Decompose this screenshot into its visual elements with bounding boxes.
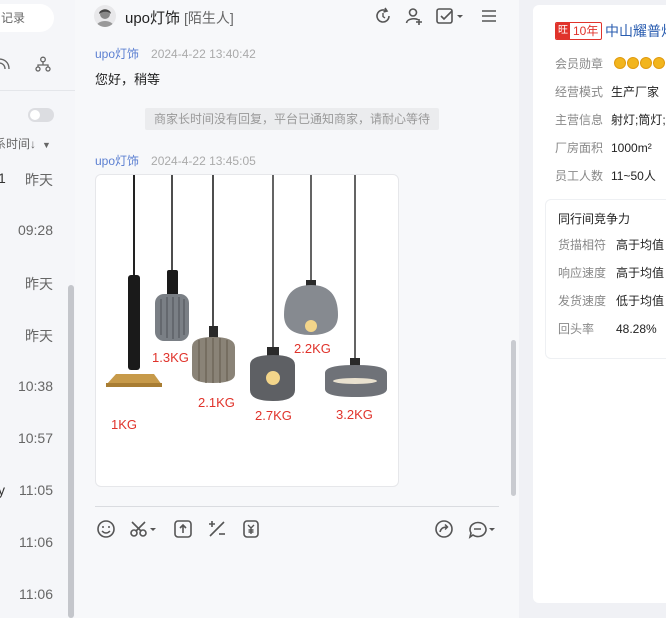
sidebar-divider (0, 90, 75, 91)
conversation-item[interactable]: 11:06 (0, 586, 60, 606)
competitiveness-row: 响应速度 高于均值 (558, 266, 665, 280)
conversation-item[interactable]: 10:57 (0, 430, 60, 450)
emoji-icon[interactable] (95, 518, 117, 540)
forward-icon[interactable] (433, 518, 455, 540)
info-row-business-model: 经营模式 生产厂家 (555, 85, 660, 99)
weight-label: 2.2KG (294, 341, 331, 356)
sort-dropdown[interactable]: 系时间↓ ▼ (0, 135, 51, 152)
chat-scrollbar[interactable] (511, 340, 516, 496)
avatar[interactable] (94, 5, 116, 27)
search-placeholder: 记录 (0, 11, 25, 25)
medal-icon (627, 57, 640, 70)
quick-reply-icon[interactable] (467, 518, 497, 540)
system-notice: 商家长时间没有回复，平台已通知商家，请耐心等待 (145, 108, 439, 130)
chat-header: upo灯饰 [陌生人] (75, 0, 519, 36)
conversation-item[interactable]: 11:06 (0, 534, 60, 554)
competitiveness-title: 同行间竞争力 (558, 212, 631, 226)
conversation-sidebar: 记录 系时间↓ ▼ 1 昨天 09:28 昨天 昨天 10:38 10:57 y 11… (0, 0, 75, 618)
conversation-item[interactable]: 昨天 (0, 326, 60, 346)
conversation-item[interactable]: 昨天 (0, 274, 60, 294)
message-text: 您好，稍等 (95, 72, 161, 87)
add-contact-icon[interactable] (404, 6, 424, 26)
medal-icon (614, 57, 627, 70)
conversation-item[interactable]: 1 昨天 (0, 170, 60, 190)
chat-panel: upo灯饰 [陌生人] upo灯饰 2024-4-22 13:40:42 您好，稍等… (75, 0, 519, 618)
weight-label: 1.3KG (152, 350, 189, 365)
membership-years-badge: 旺 10年 (555, 22, 603, 40)
weight-label: 2.7KG (255, 408, 292, 423)
task-check-icon[interactable] (435, 6, 465, 26)
medal-icon (640, 57, 653, 70)
refresh-icon[interactable] (373, 6, 393, 26)
scissors-icon[interactable] (129, 518, 159, 540)
org-chart-icon[interactable] (35, 56, 51, 72)
weight-label: 1KG (111, 417, 138, 432)
user-avatar-icon (96, 9, 114, 27)
member-medals (614, 57, 666, 72)
pendant-lamps-image (106, 175, 387, 401)
sidebar-scrollbar[interactable] (68, 285, 74, 618)
contacts-icon[interactable] (0, 56, 12, 72)
input-divider (95, 506, 499, 507)
conversation-item[interactable]: y 11:05 (0, 482, 60, 502)
conversation-item[interactable]: 10:38 (0, 378, 60, 398)
info-row-employees: 员工人数 11~50人 (555, 169, 656, 183)
competitiveness-card: 同行间竞争力 货描相符 高于均值 响应速度 高于均值 发货速度 低于均值 回头率 48.… (545, 199, 666, 359)
upload-file-icon[interactable] (172, 518, 194, 540)
caret-down-icon: ▼ (42, 140, 51, 150)
conversation-item[interactable]: 09:28 (0, 222, 60, 242)
product-image-message[interactable]: 1.3KG 1KG 2.1KG 2.2KG 2.7KG 3.2KG (95, 174, 399, 487)
competitiveness-row: 回头率 48.28% (558, 322, 657, 336)
discount-icon[interactable] (206, 518, 228, 540)
menu-icon[interactable] (479, 6, 499, 26)
weight-label: 3.2KG (336, 407, 373, 422)
message-meta: upo灯饰 2024-4-22 13:45:05 (95, 154, 256, 168)
info-row-medals: 会员勋章 (555, 55, 666, 72)
price-tag-icon[interactable] (240, 518, 262, 540)
info-row-main-products: 主营信息 射灯;筒灯; (555, 113, 666, 127)
info-row-factory-area: 厂房面积 1000m² (555, 141, 652, 155)
weight-label: 2.1KG (198, 395, 235, 410)
competitiveness-row: 货描相符 高于均值 (558, 238, 665, 252)
message-meta: upo灯饰 2024-4-22 13:40:42 (95, 47, 256, 61)
shop-info-panel: 旺 10年 中山耀普灯 会员勋章 经营模式生产厂家 主营信息射灯;筒灯; 厂房面… (533, 5, 666, 603)
company-name-link[interactable]: 中山耀普灯 (605, 21, 666, 41)
chat-title: upo灯饰 [陌生人] (125, 10, 234, 27)
competitiveness-row: 发货速度 低于均值 (558, 294, 665, 308)
filter-toggle[interactable] (28, 108, 54, 122)
search-input[interactable]: 记录 (0, 4, 54, 32)
medal-icon (653, 57, 666, 70)
